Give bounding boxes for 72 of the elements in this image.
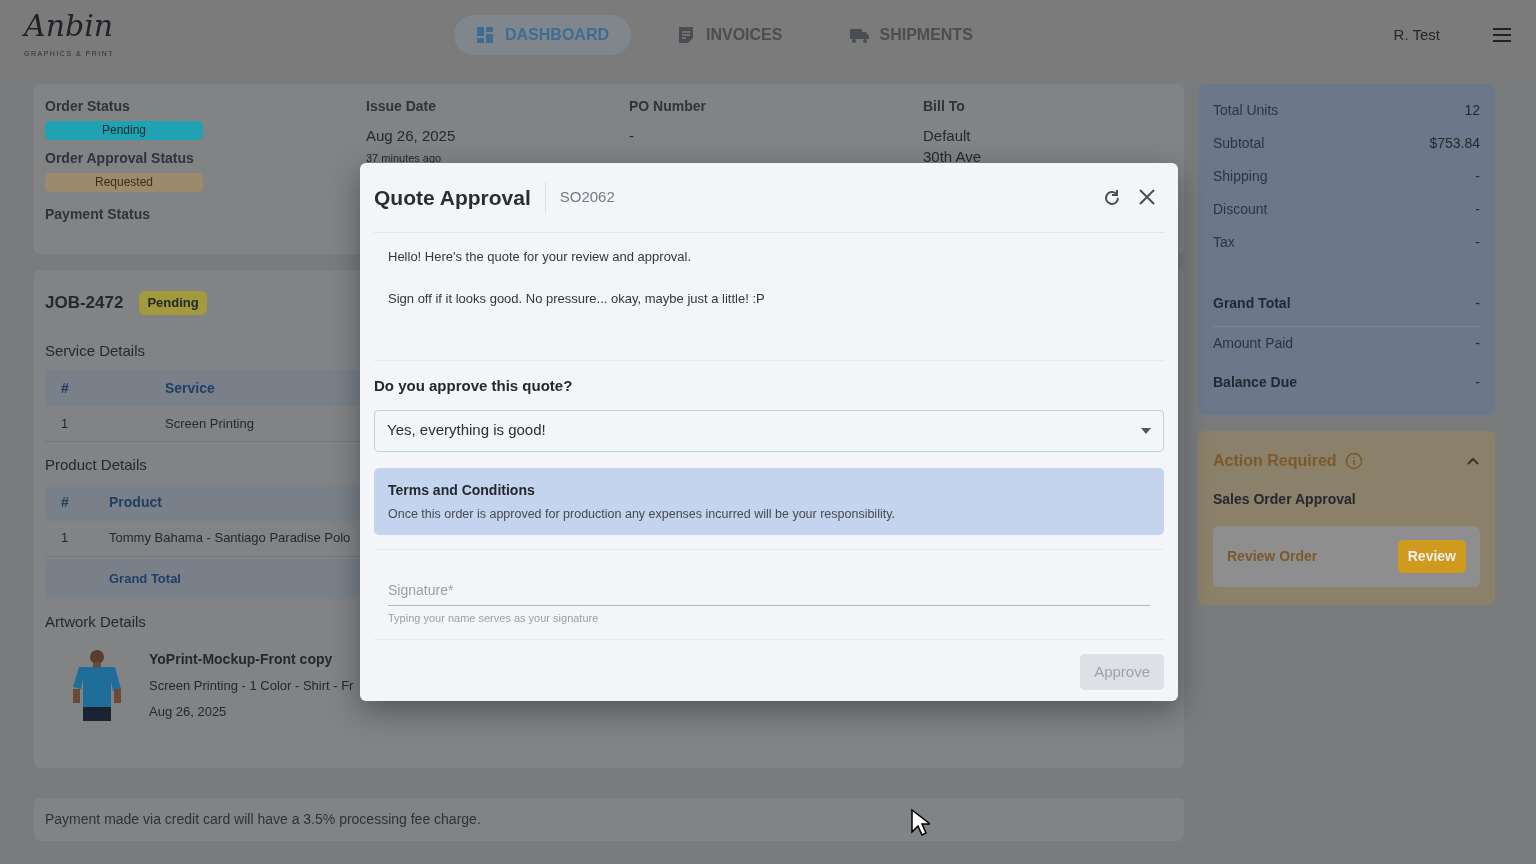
user-name[interactable]: R. Test <box>1393 23 1440 47</box>
status-badge: Pending <box>139 291 207 315</box>
dropdown-icon <box>1141 427 1151 434</box>
review-button[interactable]: Review <box>1397 540 1466 573</box>
column-header: # <box>60 493 70 512</box>
total-label: Amount Paid <box>1213 334 1294 353</box>
signature-field[interactable]: Signature* <box>388 576 1150 607</box>
total-label: Grand Total <box>1213 294 1291 313</box>
action-subtitle: Sales Order Approval <box>1213 490 1357 509</box>
section-title: Product Details <box>45 455 147 475</box>
total-label: Balance Due <box>1213 373 1298 392</box>
grand-total-label: Grand Total <box>108 569 181 588</box>
total-label: Total Units <box>1213 101 1279 120</box>
status-badge: Pending <box>45 121 203 140</box>
fee-notice: Payment made via credit card will have a 3.5% processing fee charge. <box>45 811 481 827</box>
total-value: $753.84 <box>1429 134 1480 153</box>
cursor-icon <box>910 808 930 836</box>
document-icon <box>677 26 696 44</box>
field-label: Payment Status <box>45 205 152 224</box>
column-header: Product <box>109 493 162 512</box>
info-icon <box>1344 452 1363 470</box>
section-title: Service Details <box>45 340 146 361</box>
close-icon[interactable] <box>1138 187 1156 206</box>
artwork-date: Aug 26, 2025 <box>149 702 228 721</box>
nav-tab[interactable]: DASHBOARD <box>454 15 631 55</box>
total-value: - <box>1475 167 1480 186</box>
answer-select[interactable]: Yes, everything is good! <box>374 409 1164 452</box>
question-label: Do you approve this quote? <box>374 376 574 396</box>
refresh-icon[interactable] <box>1102 187 1122 208</box>
total-label: Tax <box>1213 233 1235 252</box>
total-value: - <box>1475 294 1480 313</box>
truck-icon <box>850 26 870 44</box>
message-text: Hello! Here's the quote for your review and approval. <box>388 248 693 266</box>
field-value: Default <box>923 126 972 146</box>
column-header: Service <box>165 378 215 398</box>
total-label: Shipping <box>1213 167 1268 186</box>
artwork-name: YoPrint-Mockup-Front copy <box>149 650 334 669</box>
artwork-description: Screen Printing - 1 Color - Shirt - Fr <box>149 677 354 695</box>
total-value: - <box>1475 334 1480 353</box>
menu-icon[interactable] <box>1492 27 1512 43</box>
field-label: Order Approval Status <box>45 149 195 168</box>
status-badge: Requested <box>45 173 203 192</box>
total-value: 12 <box>1464 101 1480 120</box>
total-value: - <box>1475 373 1480 392</box>
field-label: PO Number <box>629 97 707 116</box>
terms-text: Once this order is approved for production any expenses incurred will be your responsibility. <box>388 505 896 523</box>
action-title: Action Required <box>1213 451 1337 471</box>
section-title: Artwork Details <box>45 611 146 632</box>
field-label: Bill To <box>923 97 966 116</box>
order-number: SO2062 <box>558 187 615 208</box>
table-cell-text: Tommy Bahama - Santiago Paradise Polo <box>109 529 351 548</box>
total-label: Discount <box>1213 200 1268 219</box>
field-label: Issue Date <box>366 97 438 116</box>
job-title: JOB-2472 <box>45 292 124 314</box>
terms-title: Terms and Conditions <box>388 480 536 500</box>
column-header: # <box>60 378 70 398</box>
dashboard-icon <box>476 26 495 44</box>
total-value: - <box>1475 233 1480 252</box>
field-value: - <box>629 126 635 146</box>
total-value: - <box>1475 200 1480 219</box>
signature-help: Typing your name serves as your signature <box>388 611 600 627</box>
field-value: 30th Ave <box>923 147 983 167</box>
field-label: Order Status <box>45 97 131 116</box>
table-cell-text: Screen Printing <box>165 414 254 433</box>
total-label: Subtotal <box>1213 134 1265 153</box>
message-text: Sign off if it looks good. No pressure... okay, maybe just a little! :P <box>388 289 766 308</box>
table-cell-text: 1 <box>60 529 70 548</box>
table-cell-text: 1 <box>60 414 70 433</box>
modal-title: Quote Approval <box>374 181 546 214</box>
chevron-up-icon[interactable] <box>1466 456 1480 466</box>
field-value: Aug 26, 2025 <box>366 126 457 146</box>
review-label: Review Order <box>1227 547 1318 566</box>
